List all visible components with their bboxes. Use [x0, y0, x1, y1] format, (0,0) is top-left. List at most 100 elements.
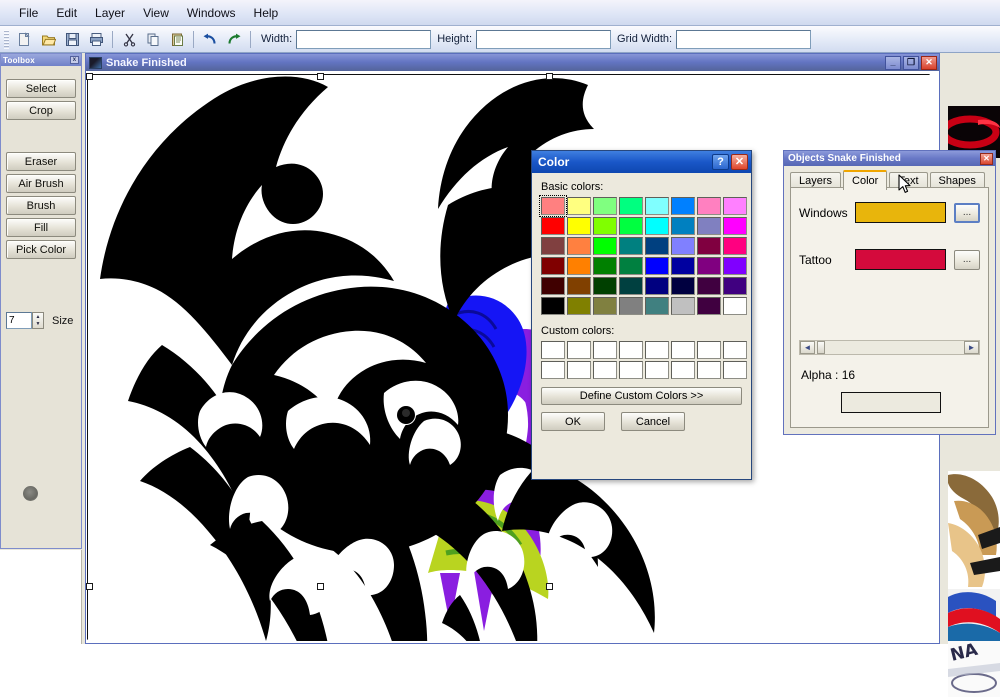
undo-icon[interactable] [199, 29, 221, 50]
basic-color-swatch[interactable] [671, 257, 695, 275]
height-input[interactable] [476, 29, 612, 49]
selection-handle[interactable] [546, 73, 553, 80]
basic-color-swatch[interactable] [723, 197, 747, 215]
basic-color-swatch[interactable] [541, 257, 565, 275]
menu-item-windows[interactable]: Windows [178, 3, 245, 23]
basic-color-swatch[interactable] [619, 257, 643, 275]
paste-icon[interactable] [166, 29, 188, 50]
basic-color-swatch[interactable] [697, 277, 721, 295]
tab-color[interactable]: Color [843, 170, 888, 190]
selection-handle[interactable] [546, 583, 553, 590]
basic-color-swatch[interactable] [619, 217, 643, 235]
basic-color-swatch[interactable] [567, 297, 591, 315]
basic-color-swatch[interactable] [645, 297, 669, 315]
basic-color-swatch[interactable] [541, 277, 565, 295]
basic-color-swatch[interactable] [541, 297, 565, 315]
document-restore-button[interactable]: ❐ [903, 55, 919, 70]
objects-panel-titlebar[interactable]: Objects Snake Finished ✕ [784, 151, 995, 166]
windows-color-picker-button[interactable]: ... [954, 202, 980, 223]
basic-color-swatch[interactable] [567, 257, 591, 275]
custom-color-swatch[interactable] [567, 361, 591, 379]
basic-color-swatch[interactable] [619, 237, 643, 255]
custom-color-swatch[interactable] [593, 361, 617, 379]
menu-item-layer[interactable]: Layer [86, 3, 134, 23]
custom-color-swatch[interactable] [723, 341, 747, 359]
custom-color-swatch[interactable] [619, 341, 643, 359]
menu-item-file[interactable]: File [10, 3, 47, 23]
basic-color-swatch[interactable] [593, 277, 617, 295]
menu-item-view[interactable]: View [134, 3, 178, 23]
basic-color-swatch[interactable] [723, 277, 747, 295]
basic-color-swatch[interactable] [619, 277, 643, 295]
basic-color-swatch[interactable] [671, 297, 695, 315]
color-dialog-titlebar[interactable]: Color ? ✕ [532, 151, 751, 173]
toolbox-close-button[interactable]: x [70, 56, 79, 64]
stepper-down-icon[interactable]: ▼ [33, 321, 43, 329]
basic-color-swatch[interactable] [541, 217, 565, 235]
tool-eraser-button[interactable]: Eraser [6, 152, 76, 171]
define-custom-colors-button[interactable]: Define Custom Colors >> [541, 387, 742, 405]
custom-color-swatch[interactable] [671, 341, 695, 359]
basic-color-swatch[interactable] [671, 217, 695, 235]
tool-brush-button[interactable]: Brush [6, 196, 76, 215]
tool-air-brush-button[interactable]: Air Brush [6, 174, 76, 193]
basic-color-swatch[interactable] [697, 257, 721, 275]
custom-color-swatch[interactable] [697, 341, 721, 359]
custom-color-swatch[interactable] [619, 361, 643, 379]
document-minimize-button[interactable]: _ [885, 55, 901, 70]
selection-handle[interactable] [317, 583, 324, 590]
basic-color-swatch[interactable] [671, 197, 695, 215]
basic-color-swatch[interactable] [593, 257, 617, 275]
open-icon[interactable] [37, 29, 59, 50]
copy-icon[interactable] [142, 29, 164, 50]
basic-color-swatch[interactable] [619, 197, 643, 215]
grid-width-input[interactable] [676, 29, 812, 49]
basic-color-swatch[interactable] [541, 237, 565, 255]
basic-color-swatch[interactable] [593, 197, 617, 215]
basic-color-swatch[interactable] [567, 197, 591, 215]
save-icon[interactable] [61, 29, 83, 50]
brush-size-stepper[interactable]: ▲ ▼ [32, 312, 44, 329]
basic-color-swatch[interactable] [567, 217, 591, 235]
stepper-up-icon[interactable]: ▲ [33, 313, 43, 321]
cancel-button[interactable]: Cancel [621, 412, 685, 431]
toolbox-titlebar[interactable]: Toolbox x [1, 54, 81, 66]
custom-color-swatch[interactable] [541, 361, 565, 379]
selection-handle[interactable] [317, 73, 324, 80]
basic-color-swatch[interactable] [645, 257, 669, 275]
basic-color-swatch[interactable] [697, 197, 721, 215]
tool-crop-button[interactable]: Crop [6, 101, 76, 120]
print-icon[interactable] [85, 29, 107, 50]
custom-color-swatch[interactable] [697, 361, 721, 379]
width-input[interactable] [296, 29, 432, 49]
custom-color-swatch[interactable] [645, 341, 669, 359]
objects-panel-close-button[interactable]: ✕ [980, 152, 993, 165]
basic-color-swatch[interactable] [723, 297, 747, 315]
custom-color-swatch[interactable] [671, 361, 695, 379]
basic-color-swatch[interactable] [619, 297, 643, 315]
basic-color-swatch[interactable] [723, 217, 747, 235]
basic-color-swatch[interactable] [645, 277, 669, 295]
menu-item-help[interactable]: Help [245, 3, 288, 23]
scroll-left-icon[interactable]: ◄ [800, 341, 815, 354]
custom-color-swatch[interactable] [723, 361, 747, 379]
brush-size-input[interactable]: 7 [6, 312, 32, 329]
basic-color-swatch[interactable] [593, 297, 617, 315]
basic-color-swatch[interactable] [593, 217, 617, 235]
tool-pick-color-button[interactable]: Pick Color [6, 240, 76, 259]
custom-color-swatch[interactable] [567, 341, 591, 359]
alpha-scroll-thumb[interactable] [817, 341, 825, 354]
basic-color-swatch[interactable] [567, 237, 591, 255]
basic-color-swatch[interactable] [539, 195, 567, 217]
ok-button[interactable]: OK [541, 412, 605, 431]
windows-color-swatch[interactable] [855, 202, 946, 223]
basic-color-swatch[interactable] [645, 237, 669, 255]
basic-color-swatch[interactable] [723, 257, 747, 275]
new-icon[interactable] [13, 29, 35, 50]
close-icon[interactable]: ✕ [731, 154, 748, 170]
tool-fill-button[interactable]: Fill [6, 218, 76, 237]
redo-icon[interactable] [223, 29, 245, 50]
basic-color-swatch[interactable] [697, 237, 721, 255]
basic-color-swatch[interactable] [645, 217, 669, 235]
menu-item-edit[interactable]: Edit [47, 3, 86, 23]
